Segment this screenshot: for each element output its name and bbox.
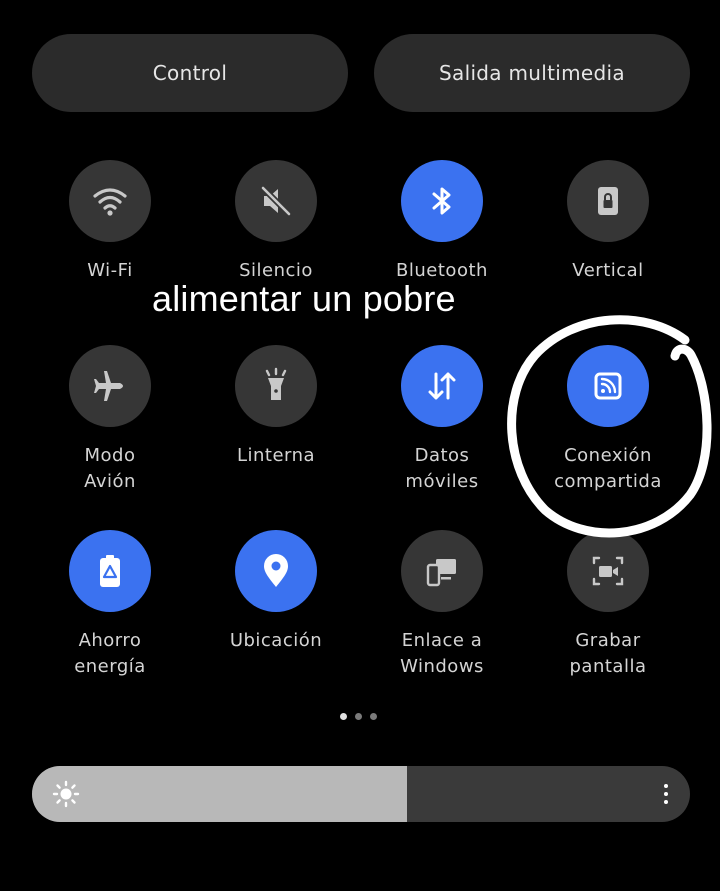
tile-label: Wi-Fi (87, 260, 133, 281)
tile-label: Linterna (236, 445, 316, 466)
mute-icon (235, 160, 317, 242)
link-to-windows-icon (401, 530, 483, 612)
control-button[interactable]: Control (32, 34, 348, 112)
tile-label: Datos móviles (405, 445, 479, 492)
tile-link-windows[interactable]: Enlace a Windows (362, 530, 522, 680)
battery-saver-icon (69, 530, 151, 612)
brightness-slider[interactable] (32, 766, 690, 822)
page-dot[interactable] (355, 713, 362, 720)
tile-label: Enlace a Windows (400, 630, 484, 677)
flashlight-icon (235, 345, 317, 427)
page-dot[interactable] (340, 713, 347, 720)
wifi-icon (69, 160, 151, 242)
portrait-lock-icon (567, 160, 649, 242)
airplane-icon (69, 345, 151, 427)
tile-label: Vertical (572, 260, 644, 281)
tile-silence[interactable]: Silencio (196, 160, 356, 284)
tile-flashlight[interactable]: Linterna (196, 345, 356, 469)
tile-bluetooth[interactable]: Bluetooth (362, 160, 522, 284)
tile-vertical[interactable]: Vertical (528, 160, 688, 284)
overlay-caption: alimentar un pobre (152, 278, 456, 319)
location-icon (235, 530, 317, 612)
tile-airplane[interactable]: Modo Avión (30, 345, 190, 495)
media-output-button[interactable]: Salida multimedia (374, 34, 690, 112)
mobile-data-icon (401, 345, 483, 427)
tile-label: Ubicación (229, 630, 323, 651)
bluetooth-icon (401, 160, 483, 242)
tile-label: Grabar pantalla (569, 630, 647, 677)
page-indicator (340, 713, 377, 720)
handwritten-circle (507, 315, 712, 538)
tile-battery-saver[interactable]: Ahorro energía (30, 530, 190, 680)
tile-screen-record[interactable]: Grabar pantalla (528, 530, 688, 680)
tile-label: Ahorro energía (74, 630, 146, 677)
tile-location[interactable]: Ubicación (196, 530, 356, 654)
tile-wifi[interactable]: Wi-Fi (30, 160, 190, 284)
tile-label: Modo Avión (84, 445, 136, 492)
brightness-fill (32, 766, 408, 822)
sun-icon (52, 780, 80, 808)
more-vertical-icon[interactable] (656, 778, 676, 810)
page-dot[interactable] (370, 713, 377, 720)
